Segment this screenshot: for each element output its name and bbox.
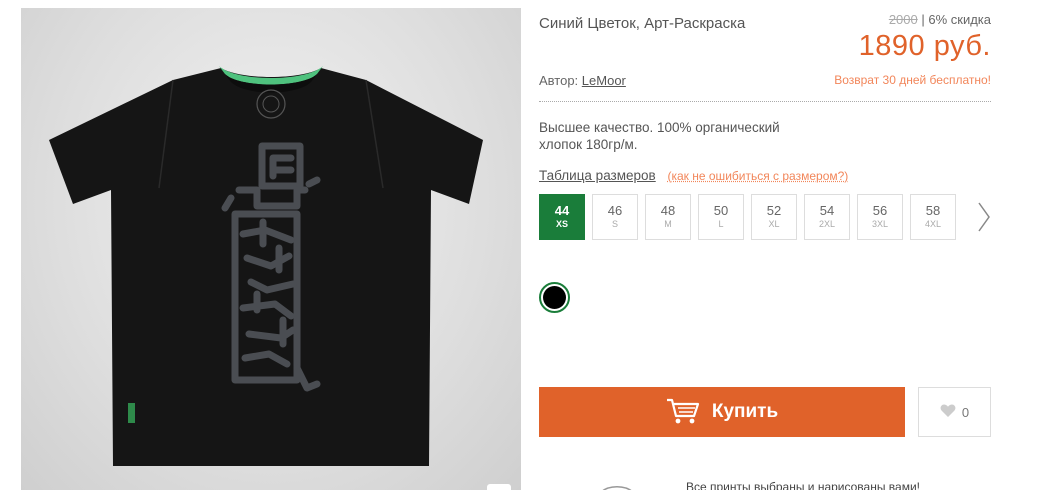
old-price: 2000 [889,12,918,27]
color-swatch-black[interactable] [539,282,570,313]
color-swatch-fill [543,286,566,309]
return-note: Возврат 30 дней бесплатно! [834,73,991,87]
size-label: L [718,219,723,230]
size-number: 46 [608,204,622,218]
size-number: 56 [873,204,887,218]
chevron-right-icon[interactable] [976,201,992,233]
product-info: Синий Цветок, Арт-Раскраска 2000 | 6% ск… [539,0,991,490]
size-label: M [664,219,672,230]
size-label: XS [556,219,568,230]
cart-icon [666,397,700,428]
size-option-56[interactable]: 56 3XL [857,194,903,240]
size-option-52[interactable]: 52 XL [751,194,797,240]
size-selector: 44 XS 46 S 48 M 50 L 52 XL 54 2XL 56 3XL… [539,194,956,240]
author-label: Автор: [539,73,582,88]
promo-text: Все принты выбраны и нарисованы вами! [686,480,920,490]
size-option-54[interactable]: 54 2XL [804,194,850,240]
size-number: 52 [767,204,781,218]
size-label: XL [768,219,779,230]
buy-label: Купить [712,401,778,423]
like-button[interactable]: 0 [918,387,991,437]
size-option-46[interactable]: 46 S [592,194,638,240]
product-image[interactable] [21,8,521,490]
like-count: 0 [962,405,969,420]
size-option-44[interactable]: 44 XS [539,194,585,240]
size-label: 4XL [925,219,941,230]
size-hint-link[interactable]: (как не ошибиться с размером?) [667,169,848,183]
size-table-link[interactable]: Таблица размеров [539,168,656,183]
tshirt-illustration [21,8,521,490]
size-number: 54 [820,204,834,218]
heart-icon [940,404,956,421]
size-table-row: Таблица размеров (как не ошибиться с раз… [539,168,848,183]
size-label: 3XL [872,219,888,230]
size-number: 58 [926,204,940,218]
zoom-handle[interactable] [487,484,511,490]
size-number: 50 [714,204,728,218]
promo-icon [599,480,635,490]
size-number: 48 [661,204,675,218]
author-row: Автор: LeMoor [539,73,626,88]
size-option-50[interactable]: 50 L [698,194,744,240]
buy-button[interactable]: Купить [539,387,905,437]
product-title: Синий Цветок, Арт-Раскраска [539,15,745,32]
old-price-row: 2000 | 6% скидка [889,12,991,27]
product-description: Высшее качество. 100% органический хлопо… [539,119,809,153]
size-number: 44 [555,204,569,218]
discount-label: | 6% скидка [918,12,991,27]
product-price: 1890 руб. [859,30,991,63]
size-option-58[interactable]: 58 4XL [910,194,956,240]
size-label: 2XL [819,219,835,230]
size-option-48[interactable]: 48 M [645,194,691,240]
author-link[interactable]: LeMoor [582,73,626,88]
size-label: S [612,219,618,230]
divider [539,101,991,102]
